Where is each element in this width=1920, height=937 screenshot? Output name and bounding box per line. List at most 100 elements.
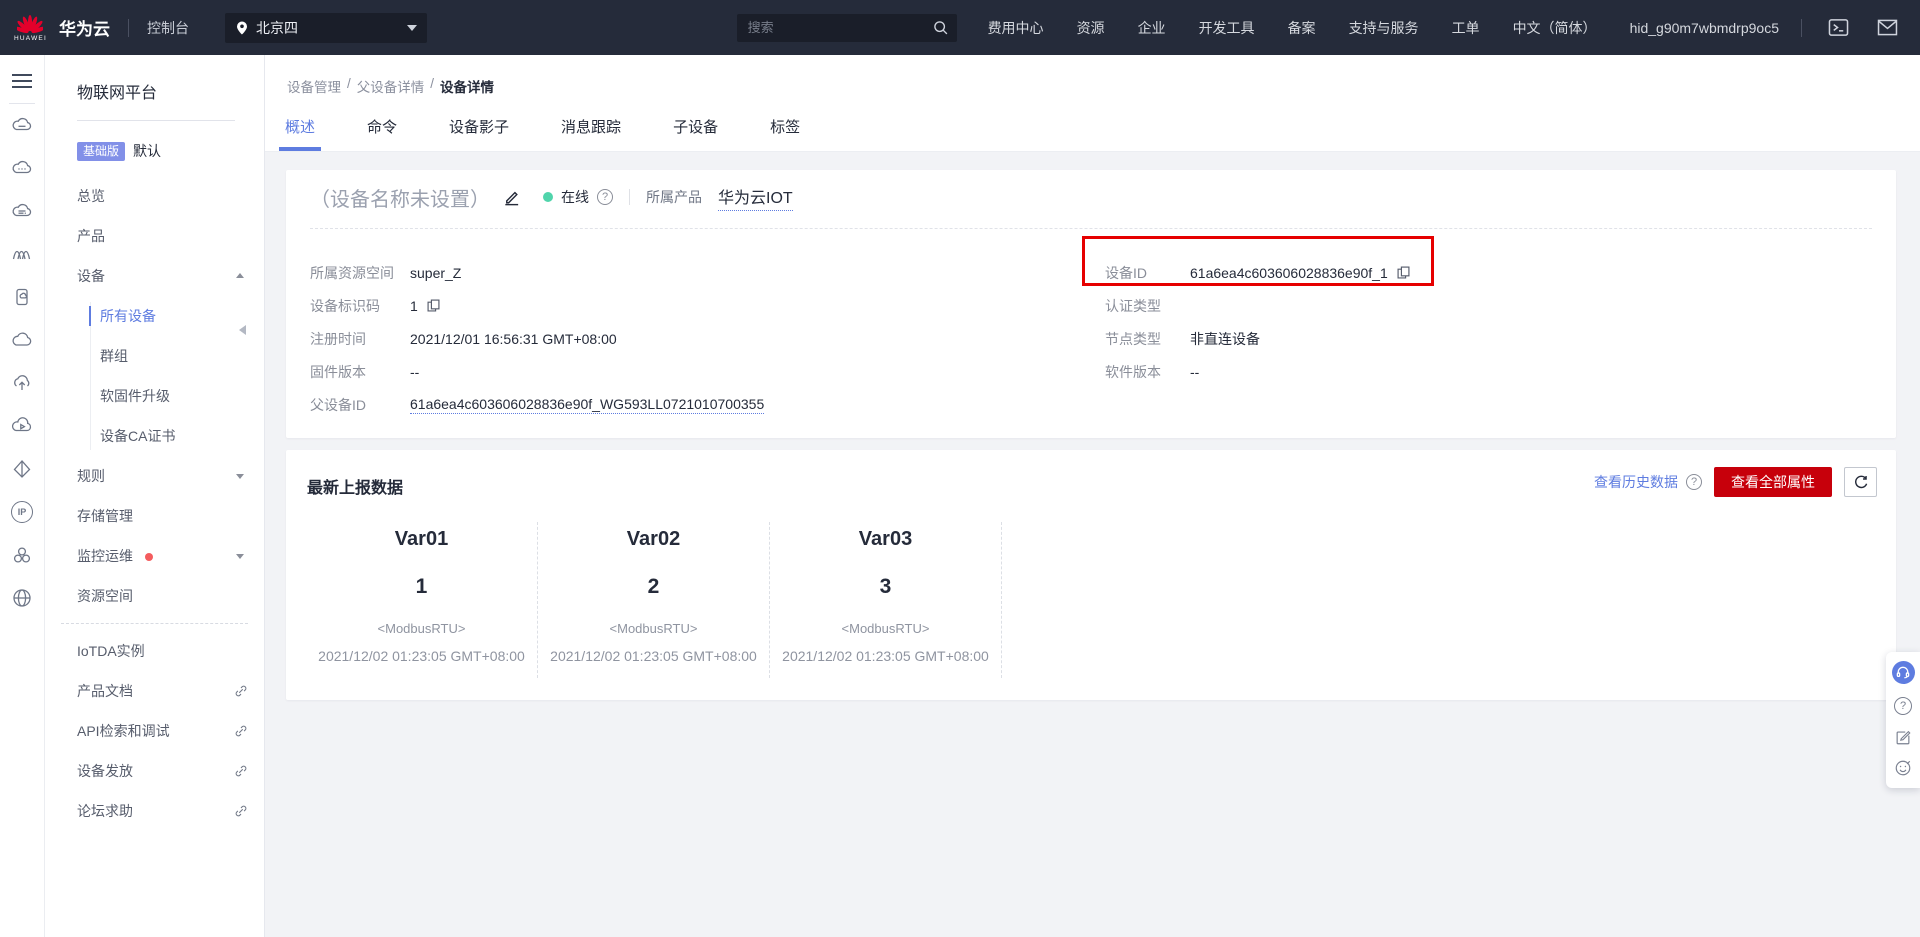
sidebar-item-storage[interactable]: 存储管理 xyxy=(45,496,264,536)
topbar-divider xyxy=(1801,19,1802,37)
chevron-down-icon xyxy=(236,474,244,479)
info-row: 认证类型 xyxy=(1105,289,1411,322)
alert-dot xyxy=(145,553,153,561)
breadcrumb-device-detail: 设备详情 xyxy=(440,76,494,96)
mail-icon[interactable] xyxy=(1877,19,1898,36)
parent-device-id-link[interactable]: 61a6ea4c603606028836e90f_WG593LL07210107… xyxy=(410,396,764,414)
sidebar-item-device[interactable]: 设备 xyxy=(45,256,264,296)
copy-icon[interactable] xyxy=(426,298,441,313)
edit-pencil-icon[interactable] xyxy=(502,188,521,207)
waves-icon[interactable] xyxy=(11,243,33,265)
tab-device-shadow[interactable]: 设备影子 xyxy=(447,116,511,151)
tab-message-trace[interactable]: 消息跟踪 xyxy=(559,116,623,151)
prism-icon[interactable] xyxy=(11,458,33,480)
group-icon[interactable] xyxy=(11,544,33,566)
sidebar-item-forum-help[interactable]: 论坛求助 xyxy=(45,791,264,831)
help-icon[interactable]: ? xyxy=(1894,697,1912,715)
sidebar-menu: 总览 产品 设备 所有设备 群组 软固件升级 设备CA证书 规则 存储管理 监控… xyxy=(45,176,264,831)
sidebar-item-rules[interactable]: 规则 xyxy=(45,456,264,496)
sidebar-item-overview[interactable]: 总览 xyxy=(45,176,264,216)
sidebar-item-iotda-instance[interactable]: IoTDA实例 xyxy=(45,631,264,671)
nav-resources[interactable]: 资源 xyxy=(1077,18,1105,38)
tab-overview[interactable]: 概述 xyxy=(283,116,317,151)
sidebar-item-product[interactable]: 产品 xyxy=(45,216,264,256)
sidebar-item-firmware-upgrade[interactable]: 软固件升级 xyxy=(45,376,264,416)
smiley-feedback-icon[interactable] xyxy=(1894,759,1912,777)
tab-child-devices[interactable]: 子设备 xyxy=(671,116,720,151)
sidebar-item-groups[interactable]: 群组 xyxy=(45,336,264,376)
sidebar-item-device-provision[interactable]: 设备发放 xyxy=(45,751,264,791)
external-link-icon xyxy=(233,763,249,779)
nav-language[interactable]: 中文（简体） xyxy=(1513,18,1597,38)
refresh-button[interactable] xyxy=(1844,467,1877,497)
customer-service-icon[interactable] xyxy=(1892,661,1915,684)
chevron-up-icon xyxy=(236,273,244,278)
terminal-icon[interactable] xyxy=(1828,18,1849,37)
sidebar-item-monitor[interactable]: 监控运维 xyxy=(45,536,264,576)
globe-icon[interactable] xyxy=(11,587,33,609)
sidebar-item-product-docs[interactable]: 产品文档 xyxy=(45,671,264,711)
cloud-storage-icon[interactable] xyxy=(11,200,33,222)
search-input[interactable] xyxy=(748,20,932,35)
sidebar-item-resource-space[interactable]: 资源空间 xyxy=(45,576,264,616)
topbar-icons xyxy=(1828,18,1898,37)
hamburger-menu-icon[interactable] xyxy=(12,70,32,92)
huawei-flower-icon xyxy=(17,14,43,34)
ip-icon[interactable]: IP xyxy=(11,501,33,523)
breadcrumb-parent-device[interactable]: 父设备详情 xyxy=(357,76,425,96)
breadcrumb: 设备管理 / 父设备详情 / 设备详情 xyxy=(287,76,494,96)
chevron-down-icon xyxy=(236,554,244,559)
nav-icp[interactable]: 备案 xyxy=(1288,18,1316,38)
card-dashed-divider xyxy=(310,228,1872,229)
cloud-server-icon[interactable] xyxy=(11,114,33,136)
refresh-icon xyxy=(1853,474,1869,490)
tile-var01: Var01 1 <ModbusRTU> 2021/12/02 01:23:05 … xyxy=(306,522,538,678)
view-all-properties-button[interactable]: 查看全部属性 xyxy=(1714,467,1832,497)
nav-billing[interactable]: 费用中心 xyxy=(988,18,1044,38)
help-icon[interactable]: ? xyxy=(597,189,613,205)
main-content: 设备管理 / 父设备详情 / 设备详情 概述 命令 设备影子 消息跟踪 子设备 … xyxy=(265,55,1920,937)
huawei-logo-word: HUAWEI xyxy=(14,35,47,42)
sidebar-collapse-handle[interactable] xyxy=(239,325,246,335)
huawei-logo[interactable]: HUAWEI xyxy=(14,14,47,42)
view-history-link[interactable]: 查看历史数据 xyxy=(1594,472,1678,492)
feedback-icon[interactable] xyxy=(1894,728,1912,746)
online-status-dot xyxy=(543,192,553,202)
report-title: 最新上报数据 xyxy=(307,474,403,498)
nav-devtools[interactable]: 开发工具 xyxy=(1199,18,1255,38)
service-icon-rail: IP xyxy=(0,55,45,937)
console-link[interactable]: 控制台 xyxy=(147,18,189,38)
rail-divider xyxy=(9,103,35,104)
nav-support[interactable]: 支持与服务 xyxy=(1349,18,1419,38)
help-icon[interactable]: ? xyxy=(1686,474,1702,490)
sidebar-title: 物联网平台 xyxy=(77,79,264,103)
cloud-upload-icon[interactable] xyxy=(11,372,33,394)
breadcrumb-device-mgmt[interactable]: 设备管理 xyxy=(287,76,341,96)
cloud-network-icon[interactable] xyxy=(11,157,33,179)
tab-tags[interactable]: 标签 xyxy=(768,116,802,151)
cloud-icon[interactable] xyxy=(11,329,33,351)
device-id-value: 61a6ea4c603606028836e90f_1 xyxy=(1190,265,1388,281)
nav-ticket[interactable]: 工单 xyxy=(1452,18,1480,38)
topbar-search[interactable] xyxy=(737,14,957,42)
nav-account[interactable]: hid_g90m7wbmdrp9oc5 xyxy=(1630,20,1779,36)
chevron-down-icon xyxy=(407,25,417,31)
brand-title[interactable]: 华为云 xyxy=(59,15,110,40)
sidebar-item-ca-cert[interactable]: 设备CA证书 xyxy=(45,416,264,456)
region-selector[interactable]: 北京四 xyxy=(225,13,427,43)
report-actions: 查看历史数据 ? 查看全部属性 xyxy=(1594,467,1877,497)
search-icon[interactable] xyxy=(932,19,949,36)
tab-commands[interactable]: 命令 xyxy=(365,116,399,151)
sidebar-item-api-explorer[interactable]: API检索和调试 xyxy=(45,711,264,751)
edition-row: 基础版 默认 xyxy=(77,141,264,161)
copy-icon[interactable] xyxy=(1396,265,1411,280)
sidebar-item-all-devices[interactable]: 所有设备 xyxy=(45,296,264,336)
cloud-play-icon[interactable] xyxy=(11,415,33,437)
sidebar-divider xyxy=(77,120,235,121)
sidebar-dashed-divider xyxy=(61,623,248,624)
product-link[interactable]: 华为云IOT xyxy=(718,184,793,211)
info-row: 注册时间 2021/12/01 16:56:31 GMT+08:00 xyxy=(310,322,764,355)
nav-enterprise[interactable]: 企业 xyxy=(1138,18,1166,38)
edge-device-icon[interactable] xyxy=(11,286,33,308)
info-row: 软件版本 -- xyxy=(1105,355,1411,388)
